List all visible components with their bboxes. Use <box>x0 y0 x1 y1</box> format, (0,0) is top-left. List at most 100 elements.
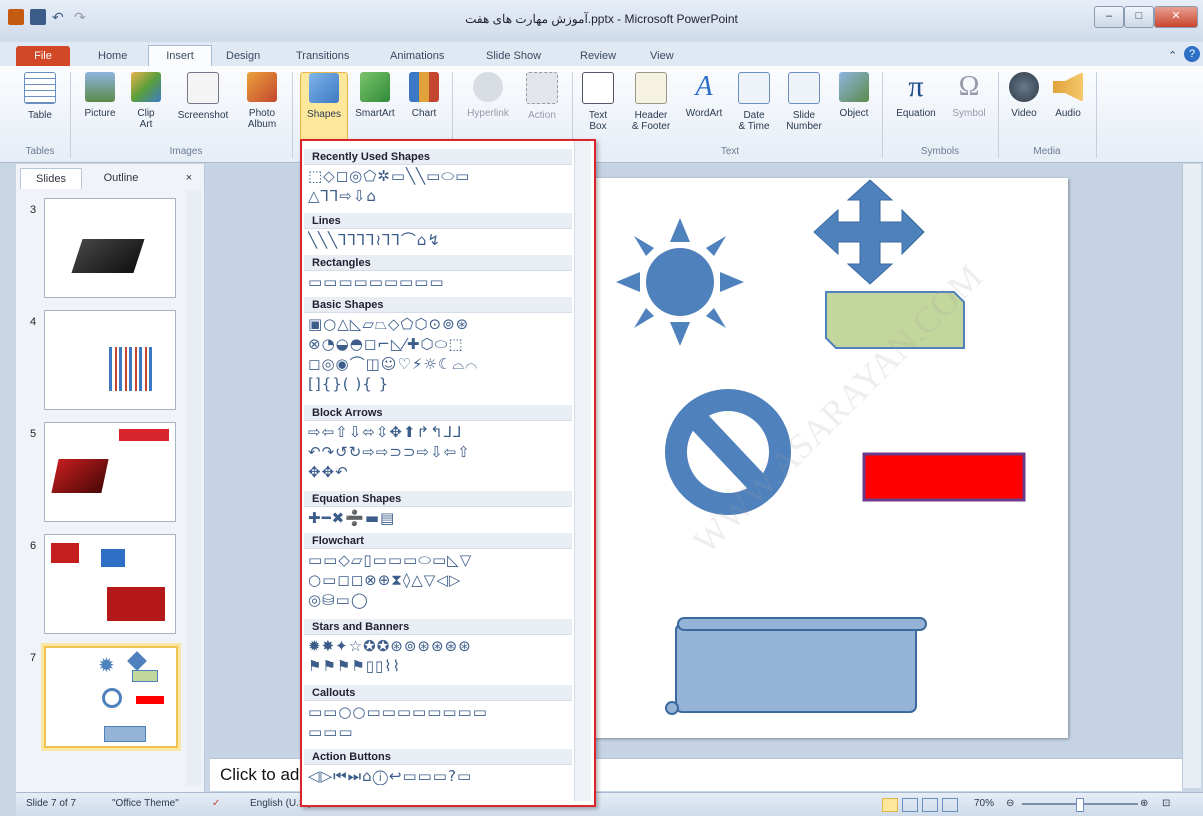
text-box-icon <box>582 72 614 104</box>
date-time-button[interactable]: Date & Time <box>732 72 776 132</box>
film-reel-icon <box>1009 72 1039 102</box>
slide-thumbnail-5[interactable] <box>44 422 176 522</box>
shape-row[interactable]: ⊗◔◒◓◻⌐◺⁄✚⬡⬭⬚ <box>308 335 570 353</box>
picture-button[interactable]: Picture <box>78 72 122 119</box>
zoom-level[interactable]: 70% <box>974 798 994 809</box>
slide-number: 7 <box>30 652 37 664</box>
video-button[interactable]: Video <box>1004 72 1044 119</box>
shape-row[interactable]: []{}( ){ } <box>308 375 570 393</box>
slide-scrollbar[interactable] <box>1182 164 1201 788</box>
close-window-button[interactable]: ✕ <box>1154 6 1198 28</box>
notes-placeholder: Click to ad <box>220 765 300 784</box>
section-block-arrows: Block Arrows <box>304 405 572 421</box>
shapes-gallery: Recently Used Shapes ⬚◇◻◎⬠✲▭╲╲▭⬭▭ △⅂⅂⇨⇩⌂… <box>300 139 596 807</box>
slideshow-view-icon[interactable] <box>942 798 958 812</box>
tab-slide-show[interactable]: Slide Show <box>486 46 541 66</box>
hyperlink-button[interactable]: Hyperlink <box>460 72 516 119</box>
chart-thumbnail <box>109 347 153 391</box>
tab-review[interactable]: Review <box>580 46 616 66</box>
shape-row[interactable]: ▭▭○○▭▭▭▭▭▭▭▭ <box>308 703 570 721</box>
tab-insert[interactable]: Insert <box>148 45 212 68</box>
header-footer-button[interactable]: Header & Footer <box>624 72 678 132</box>
slide-sorter-icon[interactable] <box>902 798 918 812</box>
scroll-shape <box>104 726 146 742</box>
screenshot-icon <box>187 72 219 104</box>
minimize-ribbon-icon[interactable]: ⌃ <box>1168 46 1177 66</box>
normal-view-icon[interactable] <box>882 798 898 812</box>
shape-row[interactable]: ▣○△◺▱⏢◇⬠⬡⊙⊚⊛ <box>308 315 570 333</box>
sun-shape[interactable] <box>616 218 744 346</box>
shape-row[interactable]: ╲╲╲⅂⅂⅂⅂≀⅂⅂⌒⌂↯ <box>308 231 570 249</box>
laptop-image <box>51 543 79 563</box>
window-title: آموزش مهارت های هفت.pptx - Microsoft Pow… <box>465 12 738 26</box>
shape-row[interactable]: ⇨⇦⇧⇩⬄⇳✥⬆↱↰⅃⅃ <box>308 423 570 441</box>
wordart-icon: A <box>695 71 713 102</box>
tab-slides[interactable]: Slides <box>20 168 82 189</box>
table-button[interactable]: Table <box>20 72 60 121</box>
shape-row[interactable]: ▭▭▭ <box>308 723 570 741</box>
tab-transitions[interactable]: Transitions <box>296 46 349 66</box>
object-icon <box>839 72 869 102</box>
tab-view[interactable]: View <box>650 46 674 66</box>
tab-design[interactable]: Design <box>226 46 260 66</box>
chart-button[interactable]: Chart <box>404 72 444 119</box>
panel-scrollbar[interactable] <box>186 190 202 786</box>
clip-art-button[interactable]: Clip Art <box>126 72 166 130</box>
shape-row[interactable]: ▭▭◇▱▯▭▭▭⬭▭◺▽ <box>308 551 570 569</box>
minimize-button[interactable]: – <box>1094 6 1124 28</box>
shape-row[interactable]: ◎⛁▭◯ <box>308 591 570 609</box>
shape-row[interactable]: ▭▭▭▭▭▭▭▭▭ <box>308 273 570 291</box>
group-symbols: Symbols <box>920 146 960 157</box>
audio-button[interactable]: Audio <box>1048 72 1088 119</box>
wordart-button[interactable]: A WordArt <box>680 71 728 120</box>
shapes-button[interactable]: Shapes <box>300 72 348 148</box>
action-button[interactable]: Action <box>520 72 564 121</box>
gallery-scrollbar[interactable] <box>574 141 591 801</box>
smartart-button[interactable]: SmartArt <box>350 72 400 119</box>
screenshot-button[interactable]: Screenshot <box>170 72 236 121</box>
shape-row[interactable]: ◁▷⏮⏭⌂ⓘ↩▭▭▭?▭ <box>308 767 570 785</box>
group-text: Text <box>720 146 740 157</box>
spell-check-icon[interactable]: ✓ <box>212 798 220 809</box>
slide-number: 5 <box>30 428 37 440</box>
group-separator <box>70 72 71 158</box>
shape-row[interactable]: △⅂⅂⇨⇩⌂ <box>308 187 570 205</box>
shape-row[interactable]: ✹✸✦☆✪✪⊛⊚⊛⊛⊛⊛ <box>308 637 570 655</box>
slide-thumbnail-3[interactable] <box>44 198 176 298</box>
zoom-in-icon[interactable]: ⊕ <box>1140 798 1148 809</box>
shape-row[interactable]: ↶↷↺↻⇨⇨⊃⊃⇨⇩⇦⇧ <box>308 443 570 461</box>
reading-view-icon[interactable] <box>922 798 938 812</box>
slide-number-button[interactable]: Slide Number <box>780 72 828 132</box>
object-button[interactable]: Object <box>832 72 876 119</box>
shape-row[interactable]: ○▭◻◻⊗⊕⧗◊△▽◁▷ <box>308 571 570 589</box>
laptop-image <box>101 549 125 567</box>
tab-file[interactable]: File <box>16 46 70 66</box>
slide-canvas[interactable]: WWW.ASARAYAN.COM <box>582 178 1068 738</box>
shape-row[interactable]: ⚑⚑⚑⚑▯▯⌇⌇ <box>308 657 570 675</box>
horizontal-scroll-shape[interactable] <box>665 617 927 715</box>
shape-row[interactable]: ✚━✖➗▬▤ <box>308 509 570 527</box>
symbol-button[interactable]: Ω Symbol <box>946 72 992 120</box>
tab-outline[interactable]: Outline <box>86 168 156 188</box>
close-panel-icon[interactable]: × <box>180 168 198 188</box>
red-rectangle-shape[interactable] <box>862 452 1026 502</box>
fit-slide-icon[interactable]: ⊡ <box>1162 798 1170 809</box>
text-box-button[interactable]: Text Box <box>578 72 618 132</box>
zoom-out-icon[interactable]: ⊖ <box>1006 798 1014 809</box>
maximize-button[interactable]: □ <box>1124 6 1154 28</box>
help-icon[interactable]: ? <box>1184 46 1200 62</box>
equation-button[interactable]: π Equation <box>888 72 944 120</box>
section-lines: Lines <box>304 213 572 229</box>
tab-animations[interactable]: Animations <box>390 46 444 66</box>
shape-row[interactable]: ◻◎◉⌒◫☺♡⚡☼☾⌓⌒ <box>308 355 570 373</box>
section-action-buttons: Action Buttons <box>304 749 572 765</box>
slide-thumbnail-7[interactable]: ✹ <box>44 646 178 748</box>
slide-thumbnail-4[interactable] <box>44 310 176 410</box>
zoom-slider-thumb[interactable] <box>1076 798 1084 812</box>
quad-arrow-shape[interactable] <box>813 179 925 285</box>
shape-row[interactable]: ⬚◇◻◎⬠✲▭╲╲▭⬭▭ <box>308 167 570 185</box>
photo-album-button[interactable]: Photo Album <box>240 72 284 130</box>
shape-row[interactable]: ✥✥↶ <box>308 463 570 481</box>
slide-thumbnail-6[interactable] <box>44 534 176 634</box>
tab-home[interactable]: Home <box>98 46 127 66</box>
